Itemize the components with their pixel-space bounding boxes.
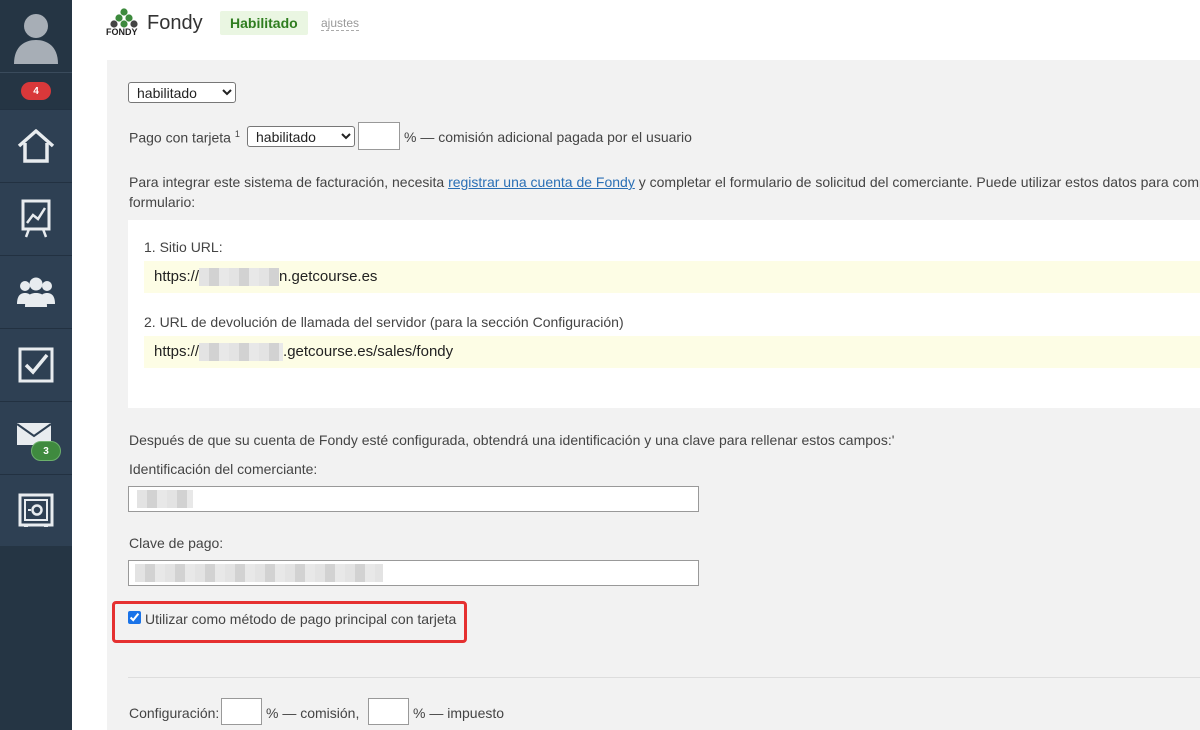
user-avatar-icon: [14, 14, 58, 64]
home-icon: [17, 129, 55, 163]
merchant-id-label: Identificación del comerciante:: [129, 461, 318, 477]
page-header: FONDY Fondy Habilitado ajustes: [72, 0, 1200, 60]
avatar[interactable]: [0, 0, 72, 72]
sidebar-item-home[interactable]: [0, 109, 72, 182]
sidebar-footer: [0, 546, 72, 730]
config-tax-suffix: % — impuesto: [413, 705, 505, 721]
primary-method-checkbox[interactable]: [128, 611, 141, 624]
fondy-logo-text: FONDY: [106, 27, 138, 37]
redacted-block: [137, 490, 193, 508]
payment-key-label: Clave de pago:: [129, 535, 224, 551]
sidebar-item-tasks[interactable]: [0, 328, 72, 401]
sidebar-item-users[interactable]: [0, 255, 72, 328]
integration-info: Para integrar este sistema de facturació…: [129, 174, 1200, 190]
settings-panel: habilitado Pago con tarjeta 1 habilitado…: [107, 60, 1200, 730]
redacted-block: [199, 343, 284, 362]
sidebar-item-stats[interactable]: [0, 182, 72, 255]
primary-method-label[interactable]: Utilizar como método de pago principal c…: [145, 611, 456, 627]
sidebar-item-safe[interactable]: [0, 474, 72, 547]
card-commission-suffix: % — comisión adicional pagada por el usu…: [404, 129, 692, 145]
notifications-badge[interactable]: 4: [21, 82, 51, 100]
card-payment-label: Pago con tarjeta 1: [129, 129, 240, 146]
redacted-block: [135, 564, 383, 582]
chart-icon: [21, 199, 51, 238]
card-commission-input[interactable]: [358, 122, 400, 150]
enable-select[interactable]: habilitado: [128, 82, 236, 103]
site-url-label: 1. Sitio URL:: [144, 239, 223, 255]
site-url-row: https://n.getcourse.es: [144, 261, 1200, 293]
sidebar: 4 3: [0, 0, 72, 730]
messages-badge[interactable]: 3: [31, 441, 61, 461]
urls-box: 1. Sitio URL: https://n.getcourse.es 2. …: [128, 220, 1200, 408]
notifications-row[interactable]: 4: [0, 72, 72, 109]
config-label: Configuración:: [129, 705, 220, 721]
users-icon: [17, 277, 55, 307]
config-commission-input[interactable]: [221, 698, 262, 725]
safe-icon: [18, 493, 54, 527]
after-config-text: Después de que su cuenta de Fondy esté c…: [129, 432, 895, 448]
merchant-id-input[interactable]: [128, 486, 699, 512]
redacted-block: [199, 268, 280, 287]
site-url-value: https://n.getcourse.es: [154, 268, 378, 287]
tasks-icon: [18, 347, 54, 383]
register-account-link[interactable]: registrar una cuenta de Fondy: [448, 174, 635, 190]
card-payment-select[interactable]: habilitado: [247, 126, 355, 147]
config-commission-suffix: % — comisión,: [266, 705, 360, 721]
divider: [128, 677, 1200, 678]
settings-link[interactable]: ajustes: [321, 16, 360, 31]
page-title: Fondy: [147, 12, 203, 34]
status-badge: Habilitado: [220, 11, 308, 35]
callback-url-label: 2. URL de devolución de llamada del serv…: [144, 314, 624, 330]
config-tax-input[interactable]: [368, 698, 409, 725]
callback-url-value: https://.getcourse.es/sales/fondy: [154, 343, 454, 362]
sidebar-item-mail[interactable]: [0, 401, 72, 474]
integration-info-line2: formulario:: [129, 194, 196, 210]
callback-url-row: https://.getcourse.es/sales/fondy: [144, 336, 1200, 368]
